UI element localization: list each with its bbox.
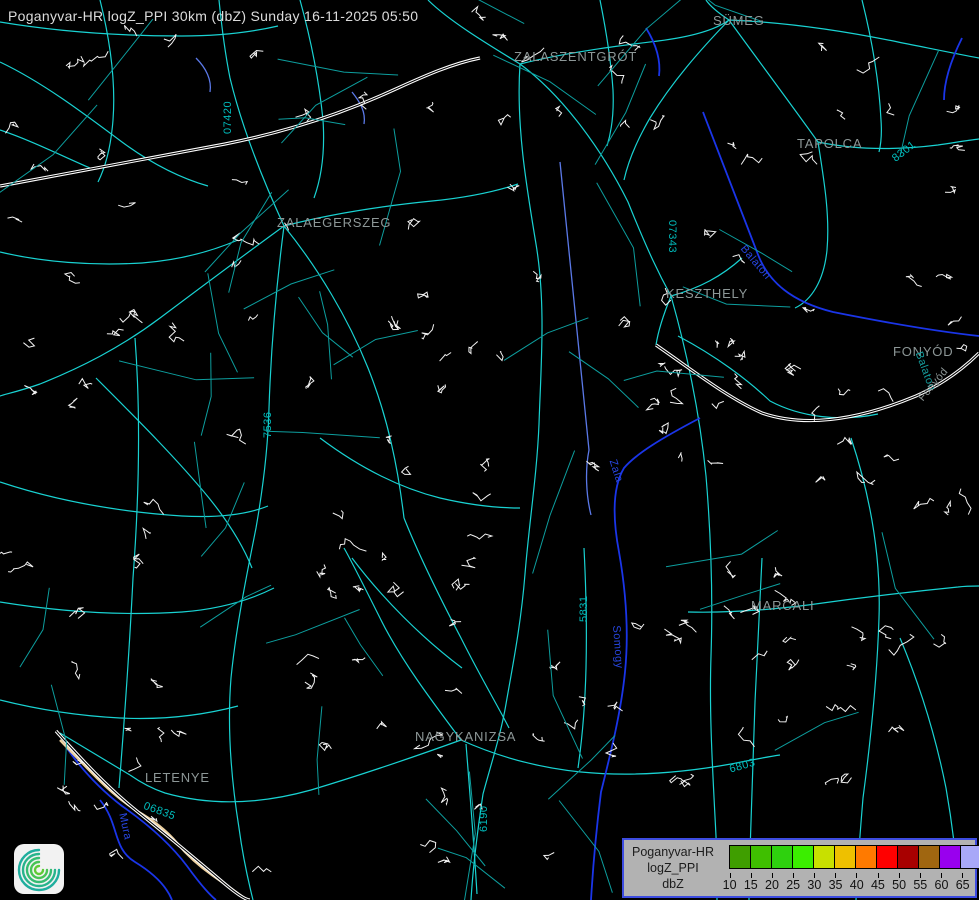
tick-label: 70 <box>973 878 979 892</box>
legend-swatch <box>918 845 940 869</box>
legend-swatch <box>939 845 961 869</box>
tick-label: 25 <box>783 878 804 892</box>
precipitation-echo <box>457 454 484 478</box>
color-scale-legend: Poganyvar-HR logZ_PPI dbZ <box>622 838 977 898</box>
radar-screen: Poganyvar-HR logZ_PPI 30km (dbZ) Sunday … <box>0 0 979 900</box>
legend-swatch <box>813 845 835 869</box>
legend-radar-name: Poganyvar-HR <box>632 844 714 860</box>
tick-label: 50 <box>889 878 910 892</box>
met-logo <box>14 844 64 894</box>
met-spiral-icon <box>14 844 64 894</box>
legend-swatch <box>960 845 979 869</box>
road-label-7536: 7536 <box>262 412 274 438</box>
city-label-marcali: MARCALI <box>751 598 814 613</box>
tick-label: 65 <box>952 878 973 892</box>
legend-swatch <box>855 845 877 869</box>
legend-swatch <box>834 845 856 869</box>
road-label-6190: 6190 <box>478 806 490 832</box>
radar-title: Poganyvar-HR logZ_PPI 30km (dbZ) Sunday … <box>8 8 418 24</box>
tick-label: 30 <box>804 878 825 892</box>
legend-product-name: logZ_PPI <box>647 860 698 876</box>
tick-label: 10 <box>719 878 740 892</box>
legend-swatch <box>876 845 898 869</box>
road-label-07343: 07343 <box>666 220 678 253</box>
map-graphics <box>0 0 979 900</box>
tick-label: 40 <box>846 878 867 892</box>
legend-swatch <box>729 845 751 869</box>
legend-unit: dbZ <box>662 876 684 892</box>
settlement-outlines <box>0 0 971 900</box>
city-label-zalaegerszeg: ZALAEGERSZEG <box>277 215 391 230</box>
city-label-letenye: LETENYE <box>145 770 210 785</box>
city-label-zalaszentgrot: ZALASZENTGRÓT <box>514 49 637 64</box>
legend-swatch <box>771 845 793 869</box>
tick-label: 35 <box>825 878 846 892</box>
city-label-tapolca: TAPOLCA <box>797 136 862 151</box>
legend-swatch <box>897 845 919 869</box>
city-label-sumeg: SÜMEG <box>713 13 765 28</box>
legend-scale: 10 15 20 25 30 35 40 45 50 55 60 65 70 <box>722 840 975 896</box>
road-network <box>0 0 979 900</box>
tick-label: 45 <box>867 878 888 892</box>
city-label-keszthely: KESZTHELY <box>666 286 748 301</box>
tick-label: 15 <box>740 878 761 892</box>
tick-label: 55 <box>910 878 931 892</box>
road-label-5831: 5831 <box>578 596 590 622</box>
legend-swatch <box>750 845 772 869</box>
city-label-nagykanizsa: NAGYKANIZSA <box>415 729 516 744</box>
legend-tick-labels: 10 15 20 25 30 35 40 45 50 55 60 65 70 <box>719 878 979 892</box>
tick-label: 60 <box>931 878 952 892</box>
tick-label: 20 <box>761 878 782 892</box>
road-label-07420: 07420 <box>222 101 234 134</box>
legend-product-info: Poganyvar-HR logZ_PPI dbZ <box>624 840 722 896</box>
legend-swatch <box>792 845 814 869</box>
legend-swatches <box>730 845 979 869</box>
